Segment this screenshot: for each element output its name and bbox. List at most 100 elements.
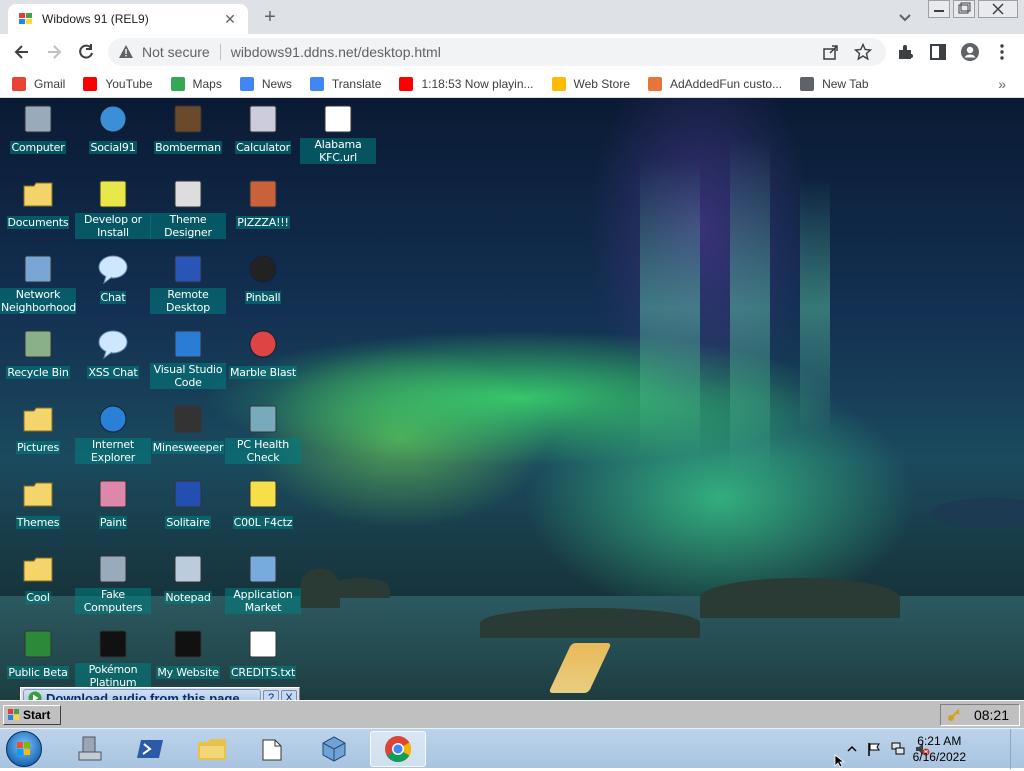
new-tab-button[interactable]: +: [258, 6, 282, 29]
server-manager-icon[interactable]: [62, 731, 118, 767]
desktop-icon[interactable]: C00L F4ctz: [225, 477, 301, 531]
desktop-icon[interactable]: Alabama KFC.url: [300, 102, 376, 166]
url-text[interactable]: wibdows91.ddns.net/desktop.html: [231, 44, 822, 60]
powershell-icon[interactable]: [122, 731, 178, 767]
desktop-icon[interactable]: Application Market: [225, 552, 301, 616]
desktop-icon-label: Theme Designer: [150, 213, 226, 239]
os-taskbar: 6:21 AM 6/16/2022: [0, 728, 1024, 769]
desktop-icon[interactable]: XSS Chat: [75, 327, 151, 381]
star-bookmark-icon[interactable]: [854, 43, 872, 61]
kebab-menu-icon[interactable]: [992, 42, 1012, 62]
desktop-icon[interactable]: Minesweeper: [150, 402, 226, 456]
bookmark-item[interactable]: AdAddedFun custo...: [648, 76, 782, 91]
bookmark-item[interactable]: Maps: [170, 76, 222, 91]
reload-icon[interactable]: [76, 42, 96, 62]
desktop-icon[interactable]: Cool: [0, 552, 76, 606]
show-hidden-icons-icon[interactable]: [844, 741, 860, 757]
desktop-icon[interactable]: Chat: [75, 252, 151, 306]
w95-clock[interactable]: 08:21: [974, 707, 1009, 723]
desktop-icon[interactable]: Theme Designer: [150, 177, 226, 241]
action-center-flag-icon[interactable]: [866, 741, 882, 757]
tab-close-icon[interactable]: ✕: [222, 11, 238, 28]
desktop-icon[interactable]: Documents: [0, 177, 76, 231]
adaddedfun-icon: [648, 76, 662, 91]
desktop-icon[interactable]: Calculator: [225, 102, 301, 156]
desktop-icon[interactable]: Recycle Bin: [0, 327, 76, 381]
desktop-icon-label: Themes: [15, 516, 61, 529]
minimize-button[interactable]: [928, 0, 950, 18]
extensions-puzzle-icon[interactable]: [896, 42, 916, 62]
chrome-icon[interactable]: [370, 731, 426, 767]
network-icon: [24, 255, 52, 283]
desktop-icon[interactable]: Fake Computers: [75, 552, 151, 616]
desktop-icon[interactable]: PC Health Check: [225, 402, 301, 466]
desktop-icon[interactable]: Marble Blast: [225, 327, 301, 381]
bookmark-item[interactable]: Web Store: [551, 76, 630, 91]
start-orb-icon[interactable]: [6, 731, 42, 767]
browser-tab[interactable]: Wibdows 91 (REL9) ✕: [8, 4, 248, 34]
close-window-button[interactable]: [978, 0, 1018, 18]
bookmark-item[interactable]: New Tab: [800, 76, 869, 91]
forward-arrow-icon[interactable]: [44, 42, 64, 62]
restore-button[interactable]: [953, 0, 975, 18]
develop-icon: [99, 180, 127, 208]
desktop-icon[interactable]: Pokémon Platinum: [75, 627, 151, 691]
desktop-icon[interactable]: Pinball: [225, 252, 301, 306]
omnibox-separator: [219, 44, 221, 60]
share-icon[interactable]: [822, 43, 840, 61]
desktop-icon[interactable]: Develop or Install: [75, 177, 151, 241]
key-icon[interactable]: [947, 708, 961, 722]
folder-icon: [23, 482, 53, 507]
desktop-icon[interactable]: Solitaire: [150, 477, 226, 531]
side-panel-icon[interactable]: [928, 42, 948, 62]
profile-avatar-icon[interactable]: [960, 42, 980, 62]
not-secure-label[interactable]: Not secure: [142, 44, 210, 60]
tab-search-icon[interactable]: [896, 8, 914, 26]
globe-icon: [99, 105, 127, 133]
desktop-icon[interactable]: Internet Explorer: [75, 402, 151, 466]
bookmark-item[interactable]: 1:18:53 Now playin...: [399, 76, 534, 91]
cloud: [930, 498, 1024, 528]
mine-icon: [174, 405, 202, 433]
virtualbox-icon[interactable]: [306, 731, 362, 767]
bookmarks-overflow-button[interactable]: »: [998, 76, 1006, 92]
omnibox[interactable]: Not secure wibdows91.ddns.net/desktop.ht…: [108, 38, 886, 66]
desktop-icon[interactable]: Paint: [75, 477, 151, 531]
desktop-icon[interactable]: Social91: [75, 102, 151, 156]
desktop-icon[interactable]: Public Beta: [0, 627, 76, 681]
bookmark-item[interactable]: Translate: [309, 76, 381, 91]
desktop-icon[interactable]: Pictures: [0, 402, 76, 456]
desktop-icon-label: Bomberman: [154, 141, 222, 154]
desktop-icon[interactable]: My Website: [150, 627, 226, 681]
show-desktop-button[interactable]: [1010, 729, 1024, 769]
desktop-icon[interactable]: Remote Desktop: [150, 252, 226, 316]
file-explorer-icon[interactable]: [184, 731, 240, 767]
desktop-icon-label: XSS Chat: [87, 366, 139, 379]
wibdows-desktop[interactable]: Computer Social91 Bomberman Calculator Alaba…: [0, 98, 1024, 700]
desktop-icon[interactable]: Themes: [0, 477, 76, 531]
desktop-icon[interactable]: Notepad: [150, 552, 226, 606]
bookmark-item[interactable]: Gmail: [12, 76, 65, 91]
bookmark-item[interactable]: YouTube: [83, 76, 153, 91]
folder-window-icon[interactable]: [244, 731, 300, 767]
browser-toolbar: Not secure wibdows91.ddns.net/desktop.ht…: [0, 34, 1024, 70]
desktop-icon[interactable]: PIZZZA!!!: [225, 177, 301, 231]
os-clock[interactable]: 6:21 AM 6/16/2022: [913, 733, 966, 765]
ie-icon: [99, 405, 127, 433]
desktop-icon[interactable]: CREDITS.txt: [225, 627, 301, 681]
globe-icon: [800, 76, 815, 91]
calculator-icon: [249, 105, 277, 133]
desktop-icon[interactable]: Visual Studio Code: [150, 327, 226, 391]
desktop-icon[interactable]: Computer: [0, 102, 76, 156]
w95-system-tray: 08:21: [940, 704, 1020, 726]
back-arrow-icon[interactable]: [12, 42, 32, 62]
desktop-icon[interactable]: Network Neighborhood: [0, 252, 76, 316]
text-file-icon: [249, 630, 277, 658]
w95-start-button[interactable]: Start: [3, 705, 61, 725]
network-icon[interactable]: [890, 741, 906, 757]
bookmark-item[interactable]: News: [239, 76, 292, 91]
warning-triangle-icon[interactable]: [118, 44, 134, 60]
desktop-icon[interactable]: Bomberman: [150, 102, 226, 156]
desktop-icon-label: Remote Desktop: [150, 288, 226, 314]
clock-date: 6/16/2022: [912, 750, 966, 764]
